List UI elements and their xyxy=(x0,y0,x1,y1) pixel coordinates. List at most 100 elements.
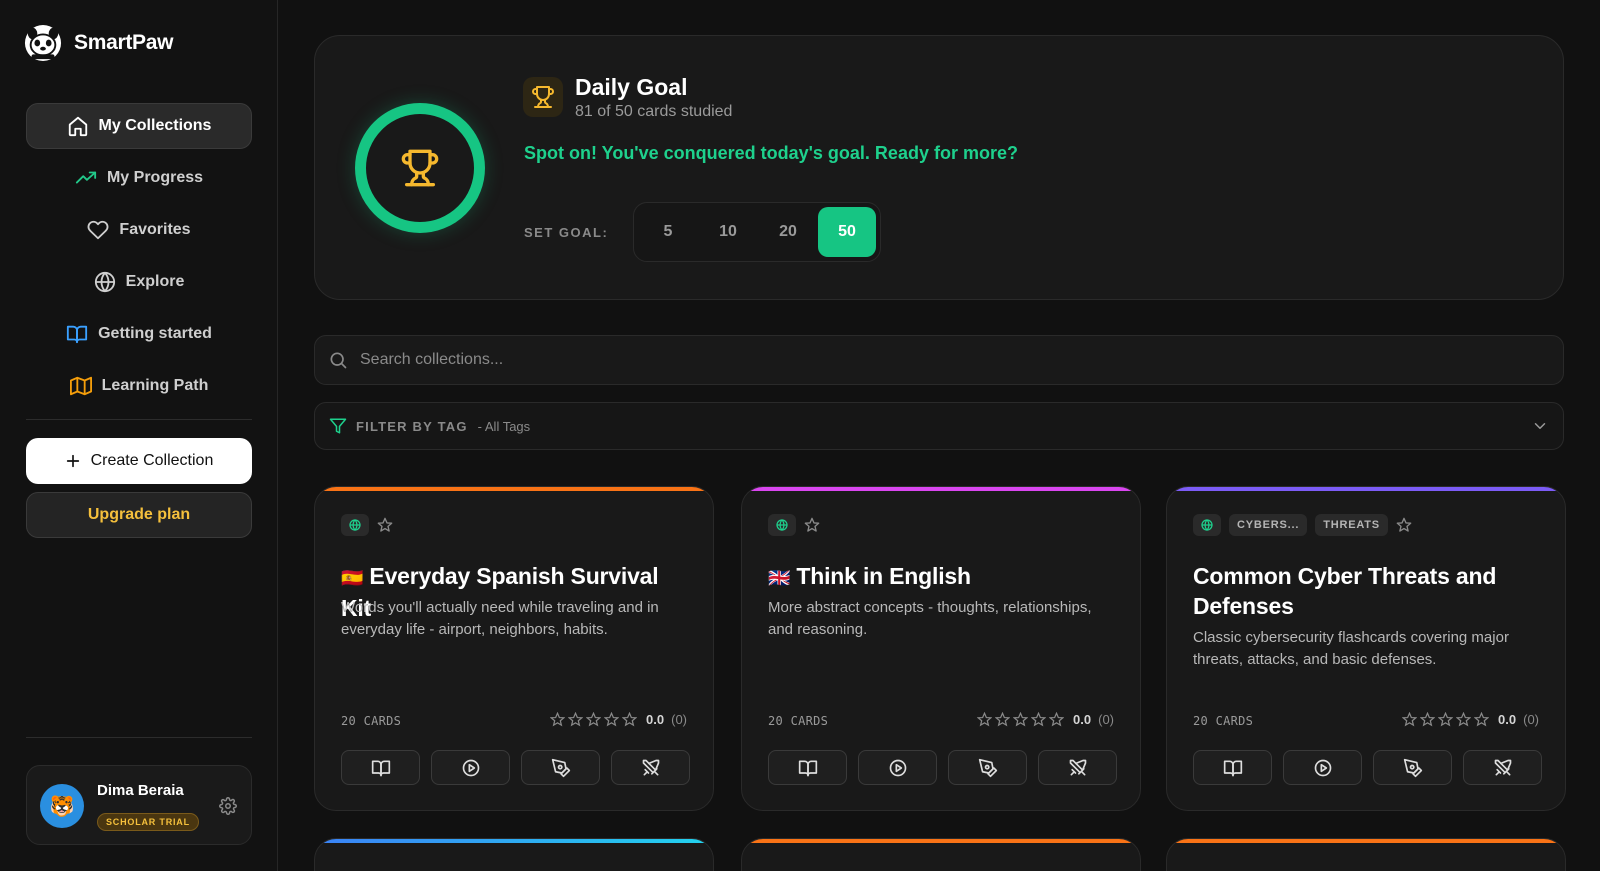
star-outline-icon xyxy=(622,712,638,727)
flag-icon: 🇬🇧 xyxy=(768,568,791,588)
sidebar-divider xyxy=(26,419,252,420)
play-button[interactable] xyxy=(1283,750,1362,785)
tag-filter-dropdown[interactable]: FILTER BY TAG - All Tags xyxy=(314,402,1564,450)
favorite-star-icon[interactable] xyxy=(377,517,393,533)
collection-card[interactable]: CYBERS... THREATS Common Cyber Threats a… xyxy=(1166,486,1566,811)
avatar: 🐯 xyxy=(40,784,84,828)
crossed-swords-icon xyxy=(642,759,659,775)
sidebar-item-label: My Progress xyxy=(106,169,204,186)
create-collection-button[interactable]: Create Collection xyxy=(26,438,252,484)
star-outline-icon xyxy=(1456,712,1472,727)
study-button[interactable] xyxy=(768,750,847,785)
play-circle-icon xyxy=(889,759,906,776)
search-icon xyxy=(330,352,347,369)
collection-card[interactable] xyxy=(741,838,1141,871)
filter-icon xyxy=(329,418,347,434)
write-button[interactable] xyxy=(1373,750,1452,785)
sidebar-nav: My Collections My Progress Favorites Exp… xyxy=(26,103,252,415)
upgrade-plan-button[interactable]: Upgrade plan xyxy=(26,492,252,538)
write-button[interactable] xyxy=(521,750,600,785)
pen-tool-icon xyxy=(551,758,570,777)
crossed-swords-icon xyxy=(1069,759,1086,775)
heart-icon xyxy=(87,220,109,240)
rating-count: (0) xyxy=(671,712,687,727)
card-tags: CYBERS... THREATS xyxy=(1193,514,1412,536)
chevron-down-icon xyxy=(1534,423,1546,429)
trophy-icon xyxy=(401,149,439,187)
book-open-icon xyxy=(371,760,390,776)
sidebar-item-learning-path[interactable]: Learning Path xyxy=(26,363,252,409)
daily-goal-card: Daily Goal 81 of 50 cards studied Spot o… xyxy=(314,35,1564,300)
user-name: Dima Beraia xyxy=(97,782,184,799)
goal-option-50[interactable]: 50 xyxy=(818,207,876,257)
card-title: 🇬🇧 Think in English xyxy=(768,561,1118,593)
study-button[interactable] xyxy=(1193,750,1272,785)
play-button[interactable] xyxy=(858,750,937,785)
write-button[interactable] xyxy=(948,750,1027,785)
public-tag xyxy=(768,514,796,536)
card-accent-bar xyxy=(315,487,713,491)
card-accent-bar xyxy=(1167,839,1565,843)
card-title-text: Think in English xyxy=(796,563,971,589)
brand[interactable]: SmartPaw xyxy=(24,24,173,62)
plan-badge: SCHOLAR TRIAL xyxy=(97,813,199,831)
user-card[interactable]: 🐯 Dima Beraia SCHOLAR TRIAL xyxy=(26,765,252,845)
brand-name: SmartPaw xyxy=(74,31,174,54)
flag-icon: 🇪🇸 xyxy=(341,568,364,588)
trophy-icon xyxy=(532,86,554,108)
tag-pill[interactable]: CYBERS... xyxy=(1229,514,1308,536)
card-description: More abstract concepts - thoughts, relat… xyxy=(768,599,1092,638)
sidebar: SmartPaw My Collections My Progress Favo… xyxy=(0,0,278,871)
collection-card[interactable] xyxy=(314,838,714,871)
goal-option-20[interactable]: 20 xyxy=(758,207,818,257)
goal-message: Spot on! You've conquered today's goal. … xyxy=(524,143,1018,163)
sidebar-item-my-collections[interactable]: My Collections xyxy=(26,103,252,149)
rating-count: (0) xyxy=(1523,712,1539,727)
tag-pill[interactable]: THREATS xyxy=(1315,514,1388,536)
star-outline-icon xyxy=(550,712,566,727)
card-count: 20 CARDS xyxy=(341,714,402,728)
collection-card[interactable] xyxy=(1166,838,1566,871)
sidebar-item-my-progress[interactable]: My Progress xyxy=(26,155,252,201)
globe-icon xyxy=(349,519,361,531)
favorite-star-icon[interactable] xyxy=(1396,517,1412,533)
sidebar-item-favorites[interactable]: Favorites xyxy=(26,207,252,253)
card-rating: 0.0 (0) xyxy=(1402,712,1539,727)
star-outline-icon xyxy=(1474,712,1490,727)
goal-selector: 5 10 20 50 xyxy=(633,202,881,262)
battle-button[interactable] xyxy=(611,750,690,785)
sidebar-item-label: Favorites xyxy=(119,221,191,238)
crossed-swords-icon xyxy=(1494,759,1511,775)
collection-card[interactable]: 🇬🇧 Think in English More abstract concep… xyxy=(741,486,1141,811)
star-outline-icon xyxy=(586,712,602,727)
search-bar xyxy=(314,335,1564,385)
paw-logo-icon xyxy=(24,24,62,62)
card-count: 20 CARDS xyxy=(1193,714,1254,728)
study-button[interactable] xyxy=(341,750,420,785)
sidebar-item-getting-started[interactable]: Getting started xyxy=(26,311,252,357)
battle-button[interactable] xyxy=(1463,750,1542,785)
book-open-icon xyxy=(1223,760,1242,776)
card-rating: 0.0 (0) xyxy=(977,712,1114,727)
sidebar-item-label: Explore xyxy=(125,273,185,290)
globe-icon xyxy=(776,519,788,531)
card-count: 20 CARDS xyxy=(768,714,829,728)
search-input[interactable] xyxy=(360,351,1460,369)
sidebar-item-label: My Collections xyxy=(98,117,212,134)
card-actions xyxy=(1193,750,1542,785)
card-rating: 0.0 (0) xyxy=(550,712,687,727)
sidebar-divider xyxy=(26,737,252,738)
goal-option-5[interactable]: 5 xyxy=(638,207,698,257)
trending-up-icon xyxy=(75,171,97,184)
play-button[interactable] xyxy=(431,750,510,785)
favorite-star-icon[interactable] xyxy=(804,517,820,533)
filter-label: FILTER BY TAG xyxy=(356,418,468,434)
star-outline-icon xyxy=(1031,712,1047,727)
collection-card[interactable]: 🇪🇸 Everyday Spanish Survival Kit Words y… xyxy=(314,486,714,811)
battle-button[interactable] xyxy=(1038,750,1117,785)
sidebar-item-explore[interactable]: Explore xyxy=(26,259,252,305)
public-tag xyxy=(1193,514,1221,536)
filter-value: - All Tags xyxy=(477,418,531,434)
goal-option-10[interactable]: 10 xyxy=(698,207,758,257)
gear-icon[interactable] xyxy=(219,797,237,815)
